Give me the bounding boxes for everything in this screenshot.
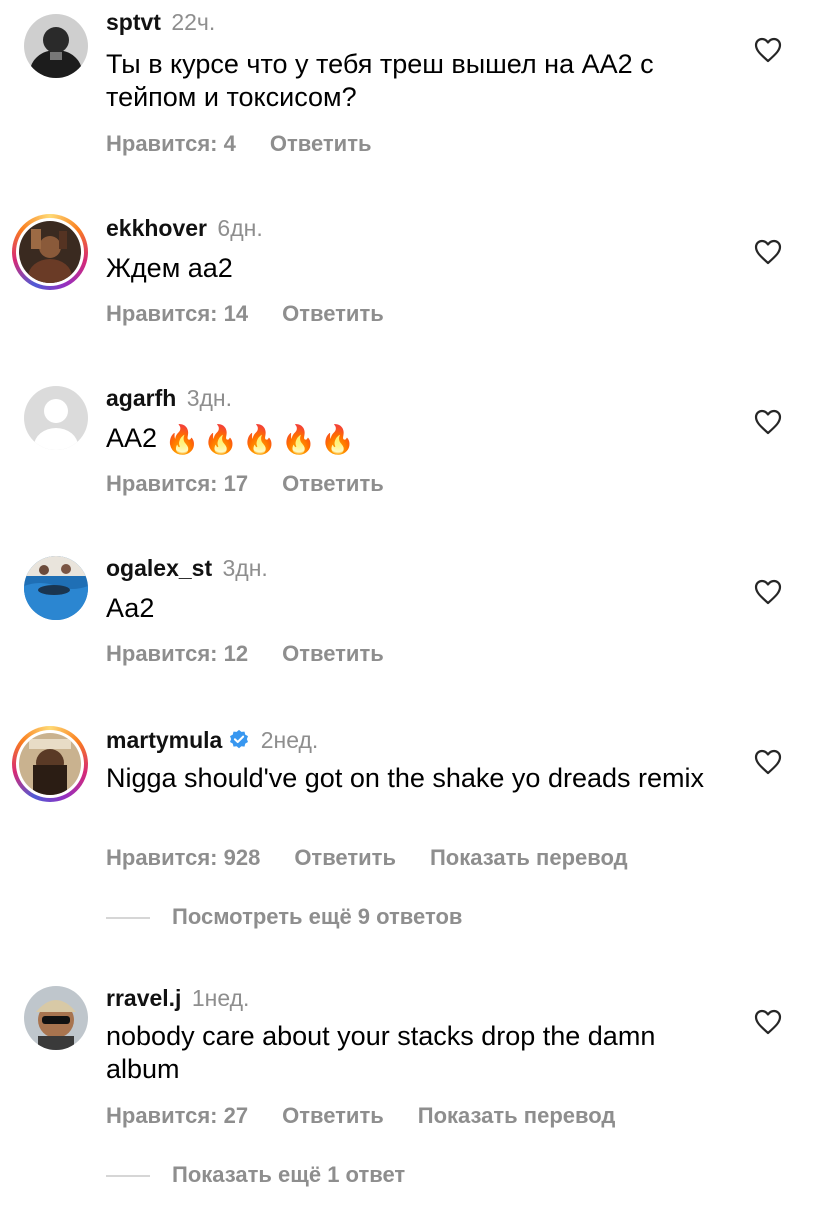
- comment-actions: Нравится: 27 Ответить Показать перевод: [106, 1102, 649, 1130]
- comment-text: Аа2: [106, 593, 155, 623]
- timestamp: 3дн.: [186, 385, 232, 411]
- avatar[interactable]: [24, 386, 88, 450]
- reply-button[interactable]: Ответить: [294, 845, 396, 870]
- comment-header: ekkhover 6дн.: [106, 214, 263, 242]
- comment-text: АА2 🔥🔥🔥🔥🔥: [106, 422, 726, 456]
- avatar-image: [24, 556, 88, 620]
- avatar[interactable]: [12, 726, 88, 802]
- show-translation-button[interactable]: Показать перевод: [418, 1103, 616, 1128]
- comment-header: rravel.j 1нед.: [106, 984, 249, 1012]
- comment-header: sptvt 22ч.: [106, 8, 215, 36]
- timestamp: 2нед.: [260, 727, 319, 753]
- avatar[interactable]: [24, 556, 88, 620]
- timestamp: 6дн.: [217, 215, 263, 241]
- comment-header: agarfh 3дн.: [106, 384, 232, 412]
- view-more-replies-label: Посмотреть ещё 9 ответов: [172, 904, 463, 929]
- comment-header: ogalex_st 3дн.: [106, 554, 268, 582]
- likes-count[interactable]: Нравится: 17: [106, 471, 248, 496]
- reply-button[interactable]: Ответить: [282, 301, 384, 326]
- avatar[interactable]: [12, 214, 88, 290]
- likes-count[interactable]: Нравится: 27: [106, 1103, 248, 1128]
- comment-header: martymula 2нед.: [106, 726, 318, 754]
- likes-count[interactable]: Нравится: 4: [106, 131, 236, 156]
- likes-count[interactable]: Нравится: 14: [106, 301, 248, 326]
- likes-count[interactable]: Нравится: 12: [106, 641, 248, 666]
- username[interactable]: ogalex_st: [106, 555, 212, 581]
- divider: [106, 917, 150, 920]
- comment-actions: Нравится: 17 Ответить: [106, 470, 418, 498]
- username[interactable]: rravel.j: [106, 985, 181, 1011]
- username[interactable]: sptvt: [106, 9, 161, 35]
- show-translation-button[interactable]: Показать перевод: [430, 845, 628, 870]
- comment-text-body: АА2: [106, 423, 158, 453]
- reply-button[interactable]: Ответить: [270, 131, 372, 156]
- username[interactable]: martymula: [106, 727, 222, 753]
- divider: [106, 1175, 150, 1178]
- timestamp: 22ч.: [171, 9, 216, 35]
- username[interactable]: ekkhover: [106, 215, 207, 241]
- like-heart-icon[interactable]: [754, 239, 782, 265]
- comment-actions: Нравится: 4 Ответить: [106, 130, 406, 158]
- avatar-image: [19, 733, 81, 795]
- avatar[interactable]: [24, 986, 88, 1050]
- reply-button[interactable]: Ответить: [282, 641, 384, 666]
- avatar-image: [24, 986, 88, 1050]
- reply-button[interactable]: Ответить: [282, 1103, 384, 1128]
- avatar[interactable]: [24, 14, 88, 78]
- like-heart-icon[interactable]: [754, 37, 782, 63]
- comment-text: Ждем аа2: [106, 253, 233, 283]
- show-more-replies[interactable]: Показать ещё 1 ответ: [106, 1162, 405, 1188]
- comment-text: Ты в курсе что у тебя треш вышел на АА2 …: [106, 49, 654, 112]
- verified-badge-icon: [230, 729, 249, 749]
- avatar-image: [19, 221, 81, 283]
- comment-text: nobody care about your stacks drop the d…: [106, 1021, 656, 1084]
- comment-text: Nigga should've got on the shake yo drea…: [106, 763, 705, 793]
- fire-emoji-icon: 🔥🔥🔥🔥🔥: [164, 423, 359, 456]
- reply-button[interactable]: Ответить: [282, 471, 384, 496]
- username[interactable]: agarfh: [106, 385, 176, 411]
- timestamp: 3дн.: [222, 555, 268, 581]
- avatar-image: [24, 14, 88, 78]
- like-heart-icon[interactable]: [754, 579, 782, 605]
- likes-count[interactable]: Нравится: 928: [106, 845, 260, 870]
- like-heart-icon[interactable]: [754, 409, 782, 435]
- like-heart-icon[interactable]: [754, 1009, 782, 1035]
- comment-actions: Нравится: 928 Ответить Показать перевод: [106, 844, 662, 872]
- timestamp: 1нед.: [191, 985, 250, 1011]
- like-heart-icon[interactable]: [754, 749, 782, 775]
- comment-actions: Нравится: 12 Ответить: [106, 640, 418, 668]
- default-avatar-icon: [24, 386, 88, 450]
- show-more-replies-label: Показать ещё 1 ответ: [172, 1162, 406, 1187]
- view-more-replies[interactable]: Посмотреть ещё 9 ответов: [106, 904, 462, 930]
- comment-actions: Нравится: 14 Ответить: [106, 300, 418, 328]
